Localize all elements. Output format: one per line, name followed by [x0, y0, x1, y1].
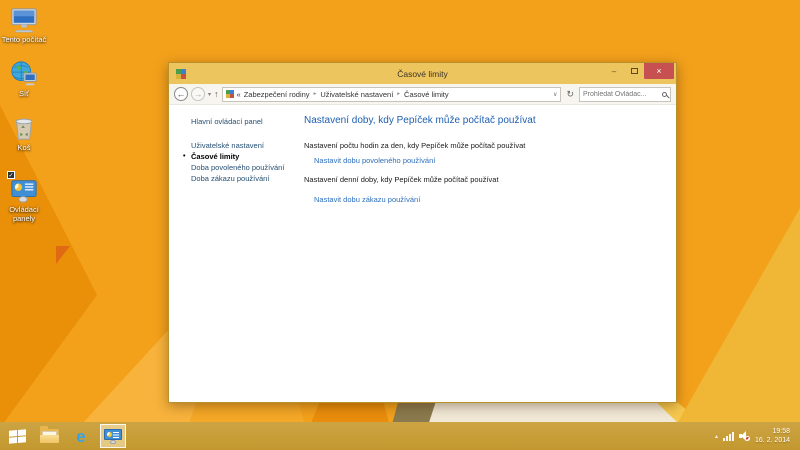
- start-button[interactable]: [4, 424, 30, 448]
- internet-explorer-icon: e: [76, 428, 85, 445]
- section-description: Nastavení počtu hodin za den, kdy Pepíče…: [304, 141, 525, 150]
- system-tray: ▴ 19:58 16. 2. 2014: [715, 427, 796, 445]
- selected-checkmark-icon: ✓: [7, 171, 15, 179]
- desktop-icon-network[interactable]: Síť: [0, 60, 48, 98]
- sidebar-item-user-settings[interactable]: Uživatelské nastavení: [191, 140, 303, 151]
- taskbar-internet-explorer-button[interactable]: e: [68, 424, 94, 448]
- this-pc-icon: [9, 6, 39, 34]
- breadcrumb-separator-icon[interactable]: ▸: [313, 91, 318, 97]
- sidebar-item-label: Časové limity: [191, 152, 239, 161]
- close-button[interactable]: ×: [644, 63, 674, 79]
- section-description: Nastavení denní doby, kdy Pepíček může p…: [304, 175, 499, 184]
- up-button[interactable]: ↑: [214, 89, 219, 99]
- refresh-button[interactable]: ↻: [564, 89, 576, 100]
- volume-muted-icon[interactable]: [739, 431, 750, 441]
- search-input[interactable]: [583, 91, 662, 98]
- address-location-icon: [226, 90, 234, 98]
- address-bar[interactable]: « Zabezpečení rodiny ▸ Uživatelské nasta…: [222, 87, 562, 102]
- taskbar-file-explorer-button[interactable]: [36, 424, 62, 448]
- desktop-icon-recycle-bin[interactable]: Koš: [0, 114, 48, 152]
- sidebar-item-main-control-panel[interactable]: Hlavní ovládací panel: [191, 116, 303, 127]
- sidebar-item-curfew[interactable]: Doba zákazu používání: [191, 173, 303, 184]
- network-signal-icon[interactable]: [723, 432, 734, 441]
- recycle-bin-icon: [9, 114, 39, 142]
- window-content: Hlavní ovládací panel Uživatelské nastav…: [169, 105, 676, 402]
- window-titlebar[interactable]: Časové limity – ×: [169, 63, 676, 84]
- window-title: Časové limity: [169, 69, 676, 79]
- address-dropdown-icon[interactable]: ∨: [553, 91, 557, 98]
- tray-clock[interactable]: 19:58 16. 2. 2014: [755, 427, 790, 445]
- file-explorer-icon: [40, 429, 59, 443]
- current-item-bullet-icon: •: [183, 151, 185, 162]
- sidebar-nav: Hlavní ovládací panel Uživatelské nastav…: [191, 116, 303, 184]
- tray-date: 16. 2. 2014: [755, 436, 790, 445]
- navigation-toolbar: ← → ▾ ↑ « Zabezpečení rodiny ▸ Uživatels…: [169, 84, 676, 105]
- windows-logo-icon: [9, 429, 26, 443]
- desktop-icon-control-panel[interactable]: ✓ Ovládací panely: [0, 176, 48, 223]
- forward-button[interactable]: →: [191, 87, 205, 101]
- desktop-icon-label: Síť: [0, 89, 48, 98]
- breadcrumb-collapse[interactable]: «: [237, 90, 241, 99]
- tray-time: 19:58: [755, 427, 790, 436]
- breadcrumb-item[interactable]: Zabezpečení rodiny: [244, 90, 310, 99]
- minimize-button[interactable]: –: [604, 63, 624, 79]
- breadcrumb-item[interactable]: Uživatelské nastavení: [320, 90, 393, 99]
- desktop-icon-label: Tento počítač: [0, 35, 48, 44]
- search-icon[interactable]: [662, 92, 667, 97]
- desktop-icon-label: Koš: [0, 143, 48, 152]
- maximize-icon: [631, 68, 638, 74]
- control-panel-window: Časové limity – × ← → ▾ ↑ « Zabezpečení …: [168, 62, 677, 403]
- breadcrumb-separator-icon[interactable]: ▸: [396, 91, 401, 97]
- set-allowed-time-link[interactable]: Nastavit dobu povoleného používání: [314, 156, 435, 165]
- page-title: Nastavení doby, kdy Pepíček může počítač…: [304, 115, 536, 126]
- sidebar-item-time-limits[interactable]: •Časové limity: [191, 151, 303, 162]
- history-dropdown-icon[interactable]: ▾: [208, 91, 211, 98]
- control-panel-icon: ✓: [9, 176, 39, 204]
- taskbar-control-panel-button[interactable]: [100, 424, 126, 448]
- back-button[interactable]: ←: [174, 87, 188, 101]
- tray-expand-icon[interactable]: ▴: [715, 433, 718, 440]
- search-box[interactable]: [579, 87, 671, 102]
- maximize-button[interactable]: [624, 63, 644, 79]
- desktop-icon-this-pc[interactable]: Tento počítač: [0, 6, 48, 44]
- set-curfew-link[interactable]: Nastavit dobu zákazu používání: [314, 195, 420, 204]
- sidebar-item-allowed-time[interactable]: Doba povoleného používání: [191, 162, 303, 173]
- network-icon: [9, 60, 39, 88]
- taskbar: e ▴ 19:58 16. 2. 2014: [0, 422, 800, 450]
- breadcrumb-item[interactable]: Časové limity: [404, 90, 449, 99]
- desktop-icon-label: Ovládací panely: [0, 205, 48, 223]
- control-panel-icon: [104, 429, 122, 444]
